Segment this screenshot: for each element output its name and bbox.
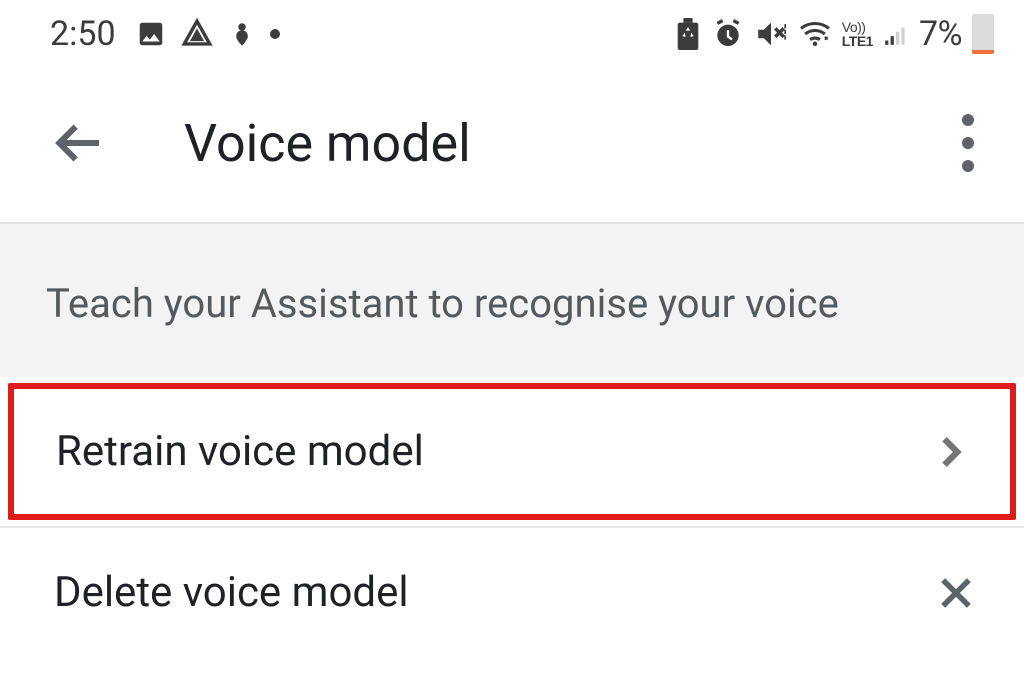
section-description: Teach your Assistant to recognise your v… (0, 224, 1024, 377)
alarm-icon (712, 18, 744, 50)
more-vert-icon (962, 160, 974, 172)
recycle-battery-icon (674, 18, 702, 50)
more-vert-icon (962, 137, 974, 149)
close-icon (934, 571, 978, 615)
vibrate-mute-icon (754, 17, 788, 51)
retrain-voice-model-row[interactable]: Retrain voice model (0, 377, 1024, 528)
highlight-box: Retrain voice model (8, 383, 1016, 520)
wifi-icon (798, 20, 832, 48)
battery-percentage: 7% (919, 14, 962, 54)
delete-voice-model-row[interactable]: Delete voice model (0, 528, 1024, 657)
status-bar: 2:50 Vo)) LTE1 7% (0, 0, 1024, 64)
chevron-right-icon (928, 430, 972, 474)
battery-icon (972, 14, 994, 54)
arrow-back-icon (50, 115, 106, 171)
status-time: 2:50 (50, 14, 116, 54)
status-right: Vo)) LTE1 7% (674, 14, 994, 54)
image-icon (136, 19, 166, 49)
person-location-icon (228, 20, 256, 48)
overflow-menu-button[interactable] (952, 104, 984, 182)
delete-voice-model-label: Delete voice model (54, 568, 409, 617)
status-left: 2:50 (50, 14, 280, 54)
drive-warning-icon (180, 17, 214, 51)
lte-indicator-icon: Vo)) LTE1 (842, 20, 873, 48)
page-title: Voice model (184, 113, 952, 174)
notification-dot-icon (270, 29, 280, 39)
signal-icon (883, 21, 909, 47)
retrain-voice-model-label: Retrain voice model (56, 427, 424, 476)
back-button[interactable] (50, 115, 106, 171)
more-vert-icon (962, 114, 974, 126)
app-bar: Voice model (0, 64, 1024, 224)
